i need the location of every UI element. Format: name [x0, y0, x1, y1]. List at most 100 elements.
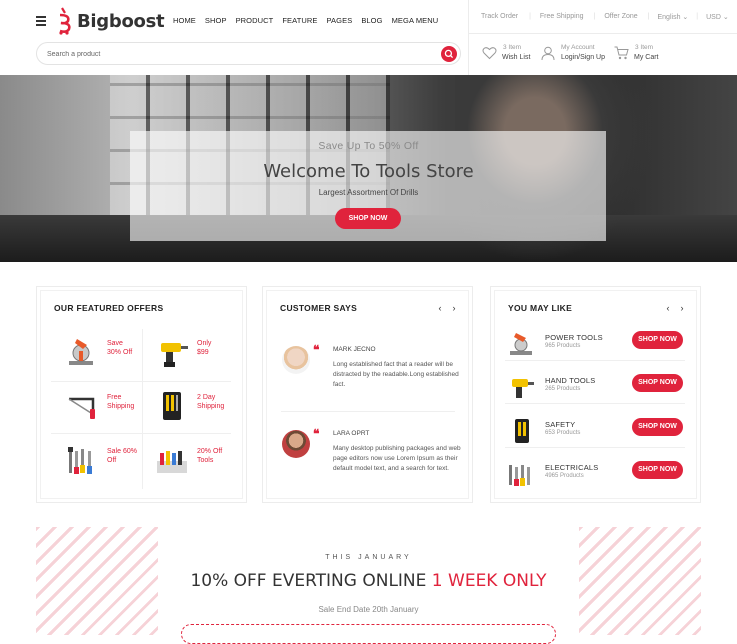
nav-blog[interactable]: BLOG — [361, 16, 382, 25]
wishlist-link[interactable]: 3 Item Wish List — [482, 44, 532, 66]
promo-subtext: Sale End Date 20th January — [318, 605, 419, 614]
category-count: 965 Products — [545, 343, 581, 349]
offer-line1: 2 Day — [197, 394, 216, 401]
avatar — [282, 346, 310, 374]
nav-feature[interactable]: FEATURE — [282, 16, 317, 25]
offer-item[interactable]: 20% Off Tools — [145, 433, 237, 489]
divider: | — [593, 13, 596, 20]
offer-item[interactable]: Save 30% Off — [55, 325, 147, 381]
avatar — [282, 430, 310, 458]
category-item: SAFETY 653 Products SHOP NOW — [506, 418, 686, 448]
featured-offers-panel: OUR FEATURED OFFERS Save 30% Off Only $99 … — [36, 286, 247, 503]
power-tools-icon — [510, 333, 532, 355]
offer-line1: Free — [107, 394, 122, 401]
offer-line2: Shipping — [197, 403, 225, 410]
search-input[interactable] — [47, 47, 427, 61]
hero-subtitle: Save Up To 50% Off — [318, 140, 419, 152]
next-arrow-icon[interactable]: › — [677, 303, 687, 313]
offer-line2: Shipping — [107, 403, 135, 410]
main-nav: HOME SHOP PRODUCT FEATURE PAGES BLOG MEG… — [173, 16, 447, 25]
testimonial-text: Long established fact that a reader will… — [333, 361, 459, 388]
miter-saw-icon — [69, 339, 93, 365]
hamburger-menu-icon[interactable] — [36, 16, 46, 26]
account-link[interactable]: My Account Login/Sign Up — [541, 44, 606, 66]
divider: | — [647, 13, 650, 20]
quote-icon: ❝ — [313, 343, 320, 357]
cart-link[interactable]: 3 Item My Cart — [614, 44, 664, 66]
featured-offers-title: OUR FEATURED OFFERS — [54, 303, 164, 313]
tool-set-icon — [163, 392, 181, 420]
offer-line1: 20% Off — [197, 448, 223, 455]
electricals-icon — [509, 465, 530, 486]
shop-now-button[interactable]: SHOP NOW — [632, 331, 683, 349]
offer-zone-link[interactable]: Offer Zone — [604, 13, 637, 20]
customer-says-title: CUSTOMER SAYS — [280, 303, 358, 313]
promo-banner: THIS JANUARY 10% OFF EVERTING ONLINE 1 W… — [36, 527, 701, 644]
category-count: 4965 Products — [545, 473, 584, 479]
logo-mark-icon — [56, 7, 74, 35]
category-name: POWER TOOLS — [545, 333, 603, 342]
hand-tools-icon — [512, 379, 534, 398]
nav-mega-menu[interactable]: MEGA MENU — [392, 16, 439, 25]
shop-now-button[interactable]: SHOP NOW — [632, 418, 683, 436]
offer-item[interactable]: 2 Day Shipping — [145, 379, 237, 435]
offer-item[interactable]: Only $99 — [145, 325, 237, 381]
offer-line2: Off — [107, 457, 117, 464]
free-shipping-link[interactable]: Free Shipping — [540, 13, 584, 20]
chevron-down-icon: ⌄ — [682, 13, 689, 21]
logo[interactable]: Bigboost — [56, 7, 165, 35]
currency-select[interactable]: USD ⌄ — [706, 13, 729, 21]
offer-line2: $99 — [197, 349, 209, 356]
logo-text: Bigboost — [77, 10, 165, 32]
category-item: HAND TOOLS 265 Products SHOP NOW — [506, 374, 686, 404]
category-count: 265 Products — [545, 386, 581, 392]
hero-shop-now-button[interactable]: SHOP NOW — [335, 208, 401, 229]
next-arrow-icon[interactable]: › — [449, 303, 459, 313]
shop-now-button[interactable]: SHOP NOW — [632, 374, 683, 392]
hand-tools-icon — [68, 447, 92, 474]
language-value: English — [657, 13, 681, 21]
hacksaw-icon — [68, 397, 95, 419]
chevron-down-icon: ⌄ — [722, 13, 729, 21]
offer-line2: 30% Off — [107, 349, 133, 356]
prev-arrow-icon[interactable]: ‹ — [435, 303, 445, 313]
promo-headline: 10% OFF EVERTING ONLINE 1 WEEK ONLY — [36, 571, 701, 591]
promo-countdown-frame — [181, 624, 556, 644]
nav-home[interactable]: HOME — [173, 16, 196, 25]
offer-item[interactable]: Sale 60% Off — [55, 433, 147, 489]
nav-pages[interactable]: PAGES — [327, 16, 353, 25]
category-item: POWER TOOLS 965 Products SHOP NOW — [506, 331, 686, 361]
search-button[interactable] — [441, 46, 457, 62]
divider: | — [696, 13, 699, 20]
hero-tagline: Largest Assortment Of Drills — [318, 188, 419, 197]
user-icon — [541, 46, 555, 61]
track-order-link[interactable]: Track Order — [481, 13, 518, 20]
drill-icon — [161, 343, 188, 367]
category-name: HAND TOOLS — [545, 376, 596, 385]
top-bar: Track Order | Free Shipping | Offer Zone… — [469, 0, 737, 34]
search-bar — [36, 42, 461, 65]
you-may-like-title: YOU MAY LIKE — [508, 303, 573, 313]
offer-line1: Only — [197, 340, 212, 347]
offer-item[interactable]: Free Shipping — [55, 379, 147, 435]
divider — [281, 411, 455, 412]
offer-line2: Tools — [197, 457, 214, 464]
nav-product[interactable]: PRODUCT — [236, 16, 274, 25]
promo-headline-main: 10% OFF EVERTING ONLINE — [190, 571, 427, 591]
promo-headline-highlight: 1 WEEK ONLY — [431, 571, 547, 591]
category-count: 653 Products — [545, 430, 581, 436]
divider: | — [529, 13, 531, 20]
cart-label: My Cart — [634, 54, 659, 61]
nav-shop[interactable]: SHOP — [205, 16, 227, 25]
category-item: ELECTRICALS 4965 Products SHOP NOW — [506, 461, 686, 491]
wishlist-count: 3 Item — [503, 44, 522, 51]
quote-icon: ❝ — [313, 427, 320, 441]
testimonial-name: MARK JECNO — [333, 346, 376, 353]
hero-banner: Save Up To 50% Off Welcome To Tools Stor… — [0, 75, 737, 262]
promo-kicker: THIS JANUARY — [325, 554, 412, 561]
heart-icon — [482, 47, 497, 60]
prev-arrow-icon[interactable]: ‹ — [663, 303, 673, 313]
shop-now-button[interactable]: SHOP NOW — [632, 461, 683, 479]
testimonial-name: LARA OPRT — [333, 430, 370, 437]
language-select[interactable]: English ⌄ — [658, 13, 689, 21]
